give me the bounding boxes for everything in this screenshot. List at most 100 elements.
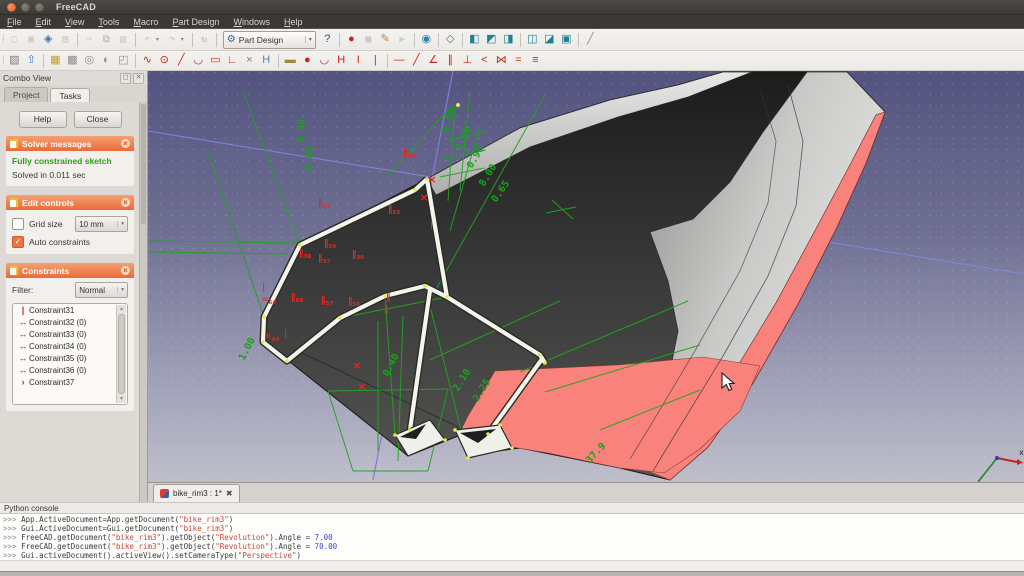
hdistance-icon[interactable]: H — [333, 52, 350, 69]
lock-constraint-icon[interactable]: ▬ — [282, 52, 299, 69]
trim-icon[interactable]: × — [241, 52, 258, 69]
menu-macro[interactable]: Macro — [126, 17, 165, 27]
leave-sketch-icon[interactable]: ⇧ — [23, 52, 40, 69]
length-icon[interactable]: ╱ — [408, 52, 425, 69]
workbench-selector[interactable]: ⚙ Part Design ▾ — [222, 30, 316, 49]
menu-part-design[interactable]: Part Design — [165, 17, 226, 27]
equal-icon[interactable]: = — [510, 52, 527, 69]
constraint-list-item[interactable]: ↔ Constraint35 (0) — [13, 352, 127, 364]
view-top-icon[interactable]: ◩ — [483, 31, 500, 48]
new-file-icon[interactable]: ▢ — [6, 31, 23, 48]
macro-record-icon[interactable]: ● — [343, 31, 360, 48]
dropdown-arrow-icon[interactable]: ▾ — [181, 36, 189, 43]
tangent-icon[interactable]: < — [476, 52, 493, 69]
auto-constraints-checkbox[interactable]: ✓ — [12, 236, 24, 248]
view-left-icon[interactable]: ◪ — [541, 31, 558, 48]
vertical-icon[interactable]: | — [367, 52, 384, 69]
view-axonometric-icon[interactable]: ◇ — [442, 31, 459, 48]
macro-edit-icon[interactable]: ✎ — [377, 31, 394, 48]
dropdown-arrow-icon[interactable]: ▾ — [156, 36, 164, 43]
macro-play-icon[interactable]: ▶ — [394, 31, 411, 48]
print-icon[interactable]: ▤ — [57, 31, 74, 48]
view-front-icon[interactable]: ◧ — [466, 31, 483, 48]
pattern-icon[interactable]: ◰ — [115, 52, 132, 69]
constraint-list-item[interactable]: ↔ Constraint32 (0) — [13, 316, 127, 328]
whatsthis-icon[interactable]: ? — [319, 31, 336, 48]
open-file-icon[interactable]: ▣ — [23, 31, 40, 48]
view-bottom-icon[interactable]: ▣ — [558, 31, 575, 48]
vdistance-icon[interactable]: I — [350, 52, 367, 69]
help-button[interactable]: Help — [18, 111, 67, 128]
grid-size-checkbox[interactable] — [12, 218, 24, 230]
redo-icon[interactable]: ↷ — [164, 31, 181, 48]
save-icon[interactable]: ◈ — [40, 31, 57, 48]
close-button[interactable]: Close — [73, 111, 122, 128]
grid-size-select[interactable]: 10 mm ▾ — [75, 216, 128, 232]
constraint-list-item[interactable]: › Constraint37 — [13, 376, 127, 388]
constraint-list-item[interactable]: ↔ Constraint33 (0) — [13, 328, 127, 340]
parallel-icon[interactable]: ∥ — [442, 52, 459, 69]
menu-windows[interactable]: Windows — [226, 17, 277, 27]
pocket-icon[interactable]: ▩ — [64, 52, 81, 69]
line-icon[interactable]: ╱ — [173, 52, 190, 69]
groove-icon[interactable]: ◐ — [98, 52, 115, 69]
window-minimize-button[interactable] — [21, 2, 30, 12]
panel-scrollbar[interactable] — [139, 102, 147, 502]
menu-view[interactable]: View — [58, 17, 91, 27]
section-close-icon[interactable]: × — [121, 266, 130, 275]
cut-icon[interactable]: ✂ — [81, 31, 98, 48]
tab-tasks[interactable]: Tasks — [50, 88, 91, 103]
constraint-list-item[interactable]: | Constraint31 — [13, 304, 127, 316]
external-geometry-icon[interactable]: H — [258, 52, 275, 69]
horizontal-icon[interactable]: — — [391, 52, 408, 69]
polyline-icon[interactable]: ∿ — [139, 52, 156, 69]
revolution-icon[interactable]: ◎ — [81, 52, 98, 69]
perpendicular-icon[interactable]: ⊥ — [459, 52, 476, 69]
menu-file[interactable]: File — [0, 17, 29, 27]
undo-icon[interactable]: ↶ — [139, 31, 156, 48]
tab-project[interactable]: Project — [4, 87, 49, 102]
panel-close-icon[interactable]: ✕ — [133, 72, 144, 84]
view-right-icon[interactable]: ◨ — [500, 31, 517, 48]
constraint-list-item[interactable]: ↔ Constraint36 (0) — [13, 364, 127, 376]
scroll-up-icon[interactable]: ▲ — [117, 305, 126, 313]
section-close-icon[interactable]: × — [121, 139, 130, 148]
macro-stop-icon[interactable]: ■ — [360, 31, 377, 48]
angle-icon[interactable]: ∠ — [425, 52, 442, 69]
fit-all-icon[interactable]: ◉ — [418, 31, 435, 48]
sketch-view-icon[interactable]: ▧ — [6, 52, 23, 69]
constraint-list-scrollbar[interactable]: ▲ ▼ — [116, 305, 126, 403]
section-close-icon[interactable]: × — [121, 198, 130, 207]
arc-icon[interactable]: ◡ — [190, 52, 207, 69]
paste-icon[interactable]: ▥ — [115, 31, 132, 48]
copy-icon[interactable]: ⧉ — [98, 31, 115, 48]
constraint-list-item[interactable]: ↔ Constraint34 (0) — [13, 340, 127, 352]
window-maximize-button[interactable] — [35, 2, 44, 12]
coincident-icon[interactable]: ● — [299, 52, 316, 69]
pad-icon[interactable]: ▦ — [47, 52, 64, 69]
circle-icon[interactable]: ⊙ — [156, 52, 173, 69]
scrollbar-thumb[interactable] — [118, 314, 125, 394]
document-tab[interactable]: bike_rim3 : 1* ✖ — [153, 484, 240, 502]
fillet-icon[interactable]: ∟ — [224, 52, 241, 69]
window-close-button[interactable] — [7, 2, 16, 12]
view-rear-icon[interactable]: ◫ — [524, 31, 541, 48]
rectangle-icon[interactable]: ▭ — [207, 52, 224, 69]
measure-icon[interactable]: ╱ — [582, 31, 599, 48]
python-console-output[interactable]: >>> App.ActiveDocument=App.getDocument("… — [0, 514, 1024, 560]
3d-viewport[interactable]: 0.800.800.908.000.650.800.801.000.402.10… — [148, 71, 1024, 482]
symmetric-icon[interactable]: ⋈ — [493, 52, 510, 69]
constraint-filter-select[interactable]: Normal ▾ — [75, 282, 128, 298]
toolbar-handle[interactable]: ⁞ — [2, 55, 5, 66]
tab-close-icon[interactable]: ✖ — [226, 489, 233, 498]
menu-tools[interactable]: Tools — [91, 17, 126, 27]
scroll-down-icon[interactable]: ▼ — [117, 395, 126, 403]
block-icon[interactable]: ≡ — [527, 52, 544, 69]
refresh-icon[interactable]: ↻ — [196, 31, 213, 48]
menu-edit[interactable]: Edit — [29, 17, 59, 27]
menu-help[interactable]: Help — [277, 17, 310, 27]
toolbar-handle[interactable]: ⁞ — [2, 34, 5, 45]
panel-float-icon[interactable]: ◻ — [120, 72, 131, 84]
point-on-object-icon[interactable]: ◡ — [316, 52, 333, 69]
toolbar-separator — [461, 32, 463, 47]
